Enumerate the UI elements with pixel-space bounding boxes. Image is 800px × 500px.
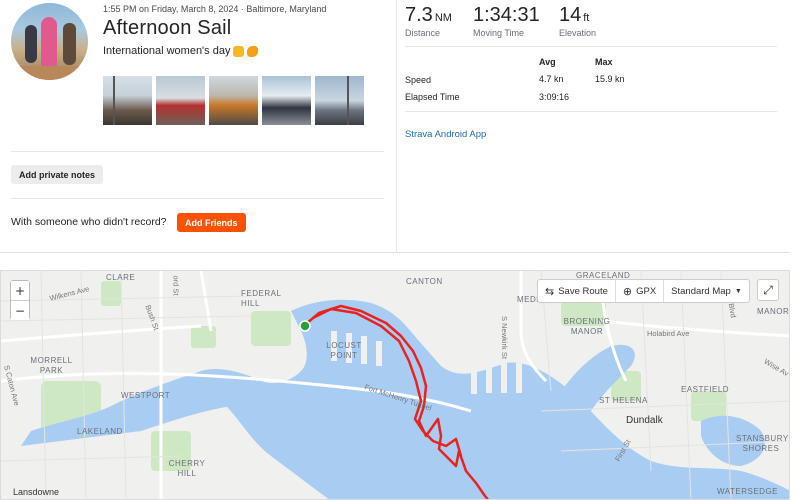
map-label-federal-hill: FEDERAL HILL	[241, 289, 282, 308]
gpx-download-icon: ⊕	[622, 285, 633, 298]
save-route-icon: ⇆	[545, 285, 555, 298]
photo-mast	[347, 76, 349, 125]
map-controls: ⇆ Save Route ⊕ GPX Standard Map ▼	[537, 279, 750, 303]
fullscreen-button[interactable]: ⤢	[757, 279, 779, 301]
map-label-manor: MANOR	[757, 307, 790, 316]
activity-photo[interactable]	[103, 76, 152, 125]
stat-elevation: 14 ft Elevation	[559, 4, 596, 38]
map-label-eastfield: EASTFIELD	[681, 385, 730, 394]
save-route-button[interactable]: ⇆ Save Route	[538, 280, 616, 302]
gpx-button[interactable]: ⊕ GPX	[616, 280, 665, 302]
moving-time-label: Moving Time	[473, 28, 525, 38]
zoom-out-button[interactable]: −	[11, 301, 29, 320]
activity-photo[interactable]	[156, 76, 205, 125]
avatar-ground	[11, 66, 88, 80]
add-friends-button[interactable]: Add Friends	[177, 213, 246, 232]
avatar-figure-left	[25, 25, 37, 63]
distance-value: 7.3	[405, 4, 433, 26]
divider	[11, 151, 384, 152]
map-style-select[interactable]: Standard Map ▼	[664, 280, 749, 302]
divider	[11, 198, 384, 199]
street-holabird-ave: Holabird Ave	[647, 329, 690, 338]
activity-card: 1:55 PM on Friday, March 8, 2024 · Balti…	[0, 0, 790, 253]
map-style-label: Standard Map	[671, 285, 731, 297]
card-vertical-divider	[396, 0, 397, 253]
max-header: Max	[595, 57, 613, 67]
map-label-lakeland: LAKELAND	[77, 427, 123, 436]
map-label-westport: WESTPORT	[121, 391, 171, 400]
activity-photo[interactable]	[315, 76, 364, 125]
add-private-notes-button[interactable]: Add private notes	[11, 165, 104, 184]
activity-title: Afternoon Sail	[103, 17, 232, 39]
device-link[interactable]: Strava Android App	[405, 129, 486, 140]
zoom-control: + −	[10, 280, 30, 320]
elapsed-time-value: 3:09:16	[539, 92, 570, 102]
activity-photo[interactable]	[209, 76, 258, 125]
avatar-figure-right	[63, 23, 76, 65]
moving-time-value: 1:34:31	[473, 4, 540, 26]
elevation-label: Elevation	[559, 28, 597, 38]
distance-label: Distance	[405, 28, 441, 38]
speed-max: 15.9 kn	[595, 74, 625, 84]
stat-distance: 7.3 NM Distance	[405, 4, 452, 38]
activity-description: International women's day	[103, 45, 259, 57]
map-label-broening-manor: BROENING MANOR	[563, 317, 611, 336]
celebrate-emoji-icon	[247, 45, 259, 57]
route-map[interactable]: CLARE FEDERAL HILL CANTON GRACELAND MEDF…	[0, 270, 790, 500]
elevation-unit: ft	[583, 12, 590, 24]
map-label-canton: CANTON	[406, 277, 443, 286]
gpx-label: GPX	[636, 285, 657, 297]
flexed-biceps-emoji-icon	[233, 45, 245, 57]
activity-photo[interactable]	[262, 76, 311, 125]
save-route-label: Save Route	[558, 285, 608, 297]
map-label-st-helena: ST HELENA	[599, 396, 648, 405]
with-someone-text: With someone who didn't record?	[11, 216, 167, 228]
map-label-clare: CLARE	[106, 273, 136, 282]
map-label-morrell-park: MORRELL PARK	[30, 356, 73, 375]
elevation-value: 14	[559, 4, 582, 26]
activity-photos	[103, 76, 364, 125]
description-text: International women's day	[103, 45, 231, 57]
street-ord-st: ord St	[171, 275, 181, 296]
chevron-down-icon: ▼	[734, 287, 742, 295]
speed-avg: 4.7 kn	[539, 74, 564, 84]
map-label-stansbury-shores: STANSBURY SHORES	[736, 434, 789, 453]
athlete-avatar[interactable]	[11, 3, 88, 80]
map-label-dundalk: Dundalk	[626, 415, 663, 426]
distance-unit: NM	[434, 12, 452, 24]
elapsed-time-label: Elapsed Time	[405, 92, 460, 102]
speed-label: Speed	[405, 75, 432, 85]
stats-divider	[405, 111, 777, 112]
map-label-lansdowne: Lansdowne	[13, 487, 60, 497]
stats-divider	[405, 46, 777, 47]
fullscreen-icon: ⤢	[763, 282, 773, 297]
map-label-locust-point: LOCUST POINT	[326, 341, 362, 360]
map-canvas	[1, 271, 789, 499]
map-label-cherry-hill: CHERRY HILL	[168, 459, 206, 478]
map-label-watersedge: WATERSEDGE	[717, 487, 779, 496]
activity-meta: 1:55 PM on Friday, March 8, 2024 · Balti…	[103, 4, 327, 14]
photo-mast	[113, 76, 115, 125]
start-marker-icon	[299, 320, 311, 332]
avg-header: Avg	[539, 57, 556, 67]
avatar-figure-center	[41, 17, 57, 67]
street-s-newkirk-st: S Newkirk St	[499, 316, 509, 359]
stat-moving-time: 1:34:31 Moving Time	[473, 4, 540, 38]
zoom-in-button[interactable]: +	[11, 281, 29, 300]
